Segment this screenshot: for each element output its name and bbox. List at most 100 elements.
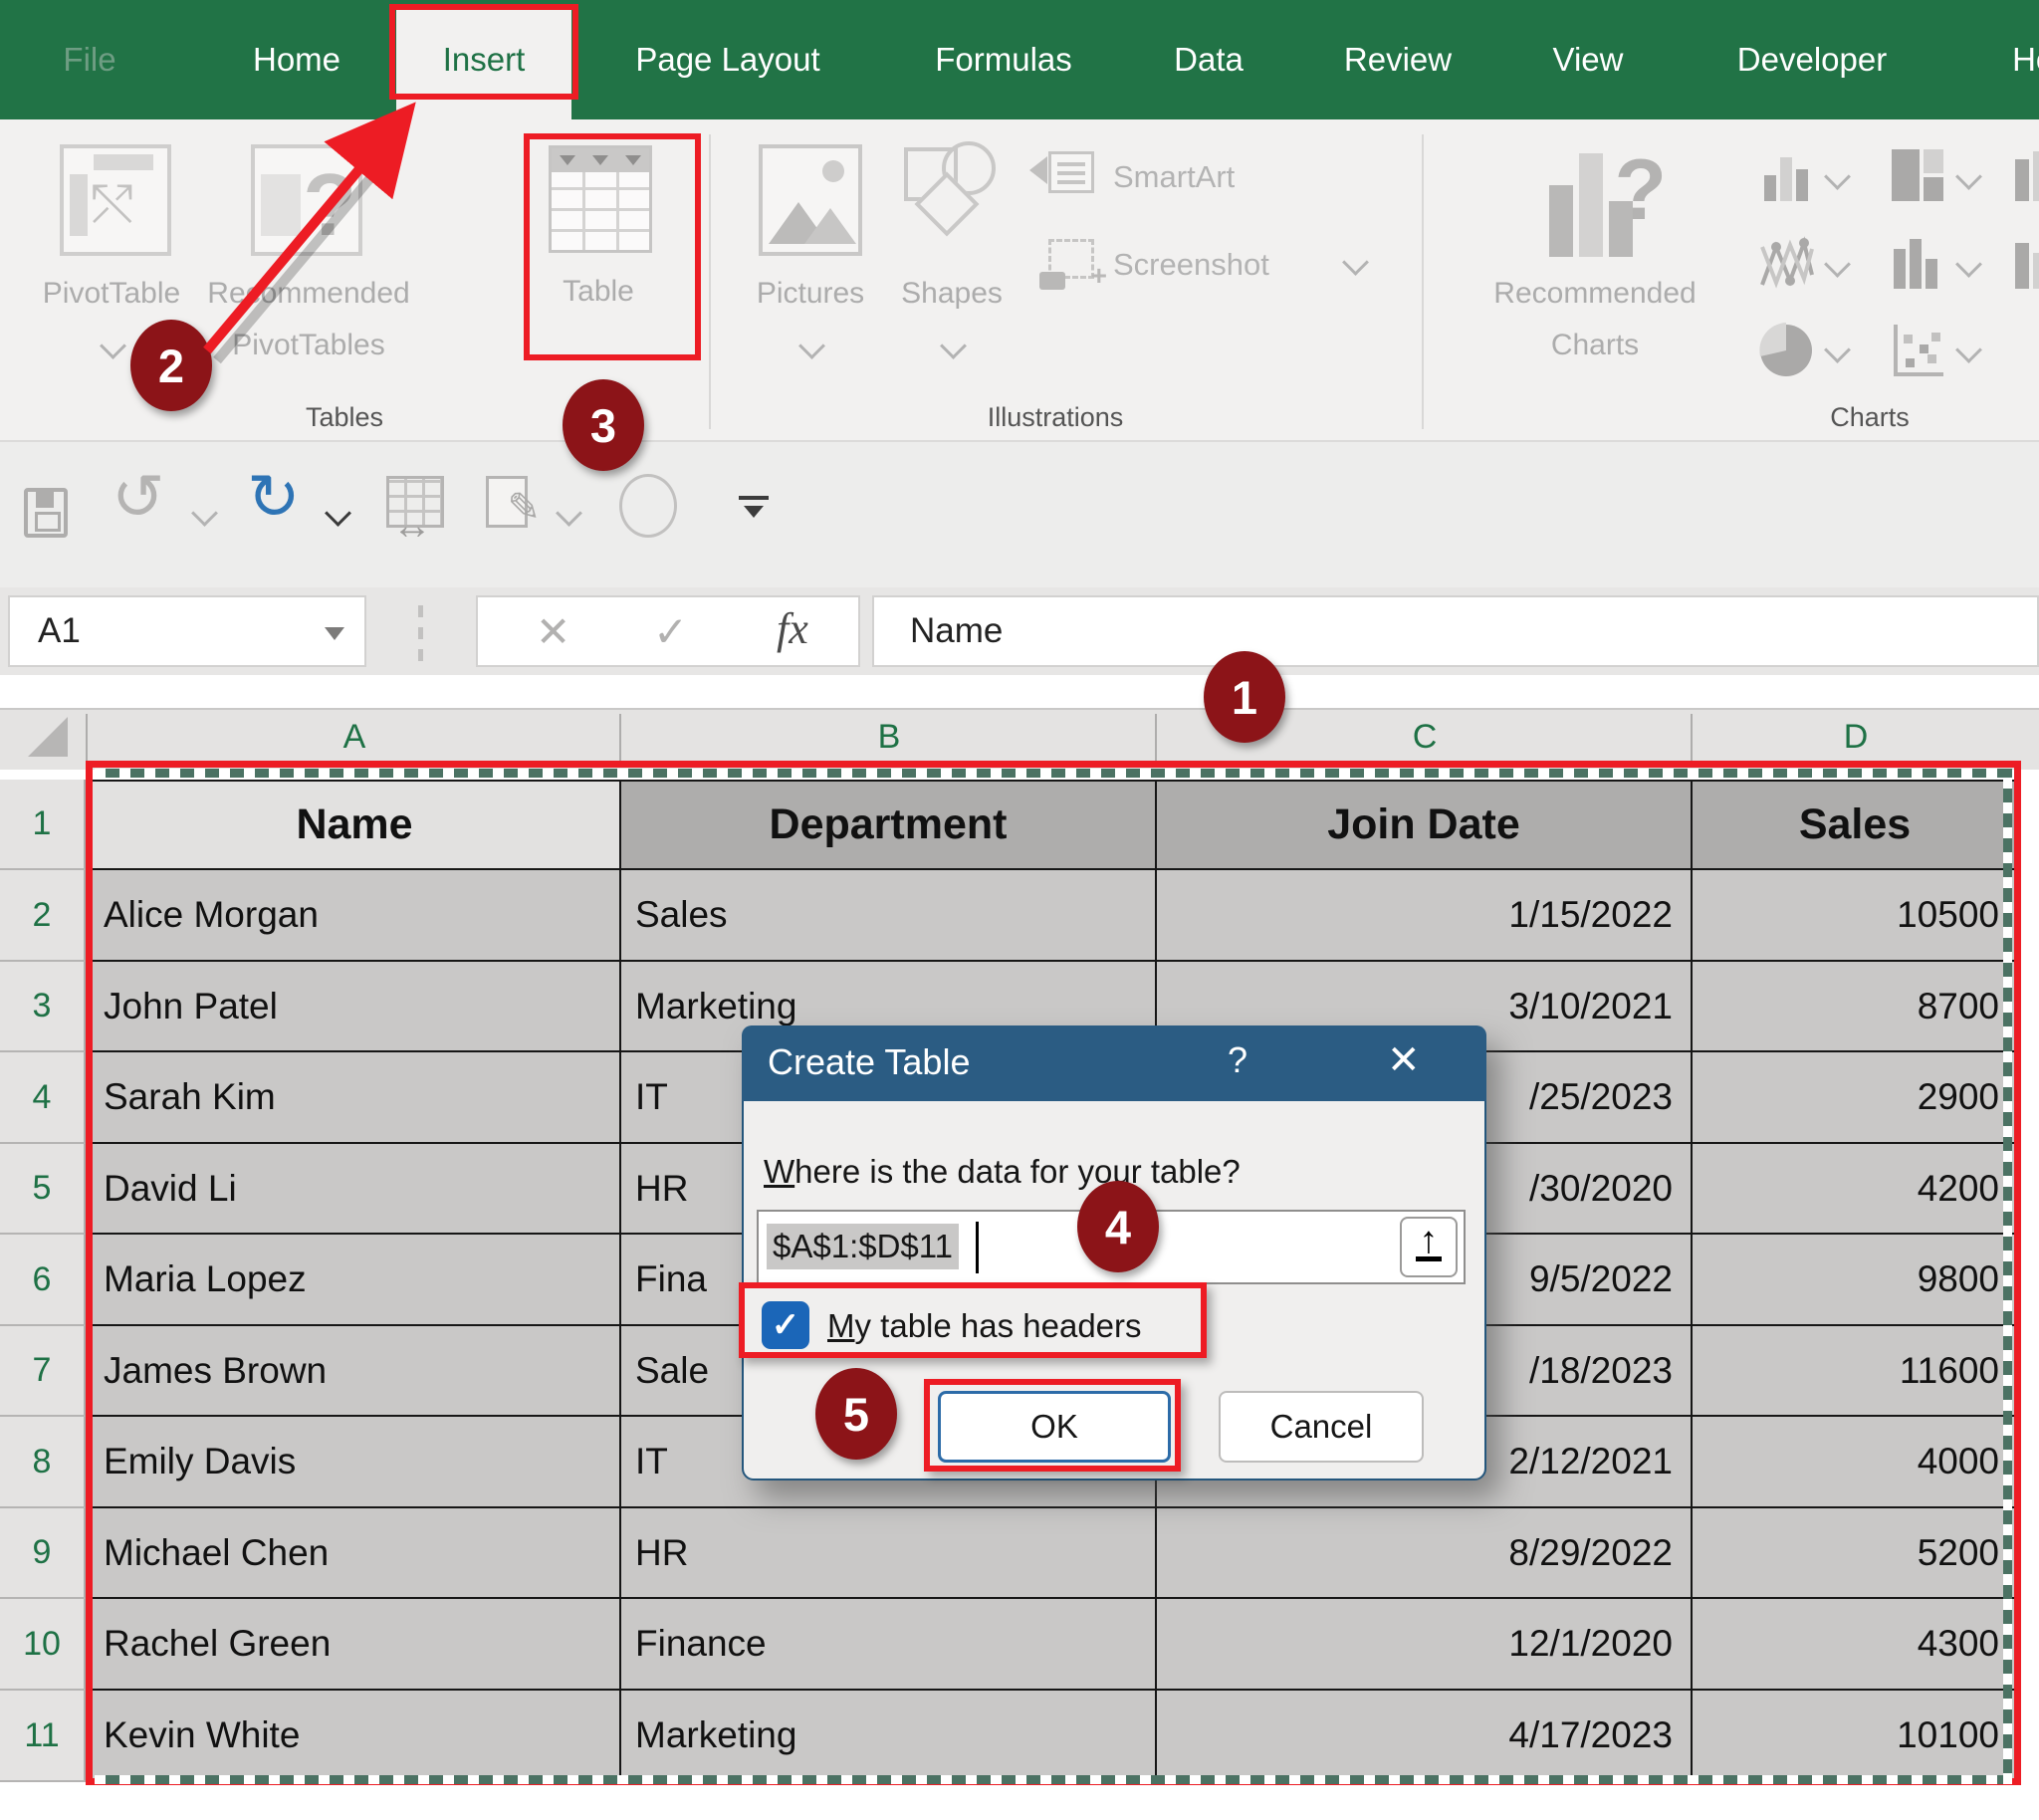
dialog-title-bar[interactable]: Create Table ? ✕ (742, 1025, 1486, 1101)
group-separator (1422, 134, 1424, 429)
annotation-badge-1: 1 (1204, 651, 1285, 743)
column-chart-chevron-icon[interactable] (1824, 163, 1851, 190)
excel-window: File Home Insert Page Layout Formulas Da… (0, 0, 2039, 1820)
save-icon[interactable] (24, 488, 68, 538)
row-header-4[interactable]: 4 (0, 1052, 86, 1144)
tab-help[interactable]: Help (1981, 0, 2039, 119)
treemap-chart-icon[interactable] (1890, 147, 1945, 205)
smartart-icon[interactable] (1048, 151, 1094, 193)
annotation-badge-2: 2 (130, 320, 212, 411)
bar-chart-icon[interactable] (1890, 235, 1945, 293)
insert-function-icon[interactable]: fx (777, 603, 808, 654)
column-header-D[interactable]: D (1844, 718, 1869, 757)
recommended-pivottables-icon[interactable]: ? (251, 144, 362, 256)
redo-dropdown-chevron-icon[interactable] (325, 500, 351, 527)
tab-file[interactable]: File (30, 0, 149, 119)
row-header-7[interactable]: 7 (0, 1326, 86, 1417)
tab-formulas[interactable]: Formulas (906, 0, 1101, 119)
annotation-rect-insert-tab (389, 4, 578, 100)
shapes-dropdown-chevron-icon[interactable] (940, 333, 967, 359)
row-header-3[interactable]: 3 (0, 962, 86, 1052)
pie-chart-chevron-icon[interactable] (1824, 337, 1851, 363)
pie-chart-icon[interactable] (1756, 321, 1816, 380)
text-caret (976, 1222, 979, 1273)
scatter-chart-icon[interactable] (1890, 321, 1947, 380)
row-header-6[interactable]: 6 (0, 1235, 86, 1326)
recommended-pivottables-label-line1[interactable]: Recommended (207, 277, 409, 311)
dialog-close-icon[interactable]: ✕ (1387, 1037, 1421, 1083)
dialog-prompt-label: Where is the data for your table? (764, 1153, 1241, 1191)
pivottable-label[interactable]: PivotTable (43, 277, 180, 311)
pivottable-dropdown-chevron-icon[interactable] (100, 333, 126, 359)
dialog-title: Create Table (768, 1041, 970, 1083)
selection-marching-ants (95, 769, 2012, 778)
name-box-value: A1 (38, 611, 81, 651)
screenshot-dropdown-chevron-icon[interactable] (1342, 249, 1369, 276)
select-all-corner-icon[interactable] (28, 717, 68, 757)
tables-group-label: Tables (306, 402, 383, 433)
row-header-8[interactable]: 8 (0, 1417, 86, 1508)
recommended-charts-label-line1[interactable]: Recommended (1493, 277, 1696, 311)
tab-review[interactable]: Review (1324, 0, 1472, 119)
pictures-dropdown-chevron-icon[interactable] (798, 333, 825, 359)
circle-shape-icon[interactable] (619, 474, 677, 538)
shapes-icon[interactable] (904, 147, 1000, 255)
pivottable-icon[interactable]: ⤲ (60, 144, 171, 256)
screenshot-icon[interactable]: + (1048, 239, 1094, 279)
tab-view[interactable]: View (1531, 0, 1645, 119)
column-chart-icon[interactable] (1760, 149, 1814, 205)
tab-home[interactable]: Home (227, 0, 366, 119)
column-header-A[interactable]: A (343, 718, 366, 757)
name-box-dropdown-icon[interactable] (325, 627, 344, 640)
formula-bar-row: A1 ✕ ✓ fx Name (0, 587, 2039, 675)
bar-chart-chevron-icon[interactable] (1955, 251, 1982, 278)
column-width-arrow-icon: ↔ (392, 504, 432, 549)
recommended-pivottables-label-line2[interactable]: PivotTables (232, 329, 384, 362)
undo-dropdown-chevron-icon[interactable] (191, 500, 218, 527)
line-chart-chevron-icon[interactable] (1824, 251, 1851, 278)
ribbon-tab-bar: File Home Insert Page Layout Formulas Da… (0, 0, 2039, 119)
row-header-10[interactable]: 10 (0, 1599, 86, 1691)
row-header-11[interactable]: 11 (0, 1691, 86, 1782)
group-separator (709, 134, 711, 429)
formula-buttons-box: ✕ ✓ fx (476, 595, 860, 667)
scatter-chart-chevron-icon[interactable] (1955, 337, 1982, 363)
line-chart-icon[interactable] (1758, 235, 1816, 293)
collapse-arrow-icon: ↑ (1402, 1219, 1456, 1262)
column-header-C[interactable]: C (1413, 718, 1438, 757)
treemap-chart-chevron-icon[interactable] (1955, 163, 1982, 190)
customize-toolbar-icon[interactable] (739, 496, 769, 518)
row-header-1[interactable]: 1 (0, 780, 86, 870)
annotation-rect-ok-button (924, 1379, 1181, 1472)
row-header-5[interactable]: 5 (0, 1144, 86, 1235)
quick-access-toolbar: ↺ ↻ ↔ ✎ (0, 440, 2039, 589)
redo-icon[interactable]: ↻ (247, 460, 301, 535)
row-header-9[interactable]: 9 (0, 1508, 86, 1599)
name-box[interactable]: A1 (8, 595, 366, 667)
smartart-label[interactable]: SmartArt (1113, 159, 1235, 195)
cancel-entry-icon[interactable]: ✕ (536, 607, 570, 656)
collapse-dialog-button[interactable]: ↑ (1400, 1217, 1458, 1277)
row-header-2[interactable]: 2 (0, 870, 86, 962)
column-header-B[interactable]: B (878, 718, 901, 757)
charts-group-label: Charts (1830, 402, 1910, 433)
shapes-label[interactable]: Shapes (901, 277, 1003, 311)
tab-data[interactable]: Data (1153, 0, 1264, 119)
clipped-chart-icon[interactable] (2013, 235, 2039, 291)
illustrations-group-label: Illustrations (988, 402, 1124, 433)
formula-bar[interactable]: Name (872, 595, 2039, 667)
dialog-help-icon[interactable]: ? (1228, 1039, 1247, 1081)
pictures-icon[interactable] (759, 144, 862, 256)
cancel-button[interactable]: Cancel (1219, 1391, 1424, 1463)
tab-developer[interactable]: Developer (1704, 0, 1920, 119)
clipped-chart-icon[interactable] (2013, 149, 2039, 205)
recommended-charts-icon[interactable]: ? (1549, 147, 1641, 257)
tab-page-layout[interactable]: Page Layout (617, 0, 838, 119)
edit-document-icon[interactable]: ✎ (486, 476, 528, 528)
confirm-entry-icon[interactable]: ✓ (653, 607, 688, 656)
recommended-charts-label-line2[interactable]: Charts (1551, 329, 1639, 362)
edit-dropdown-chevron-icon[interactable] (556, 500, 582, 527)
screenshot-label[interactable]: Screenshot (1113, 247, 1269, 283)
pictures-label[interactable]: Pictures (757, 277, 864, 311)
undo-icon[interactable]: ↺ (112, 460, 165, 535)
